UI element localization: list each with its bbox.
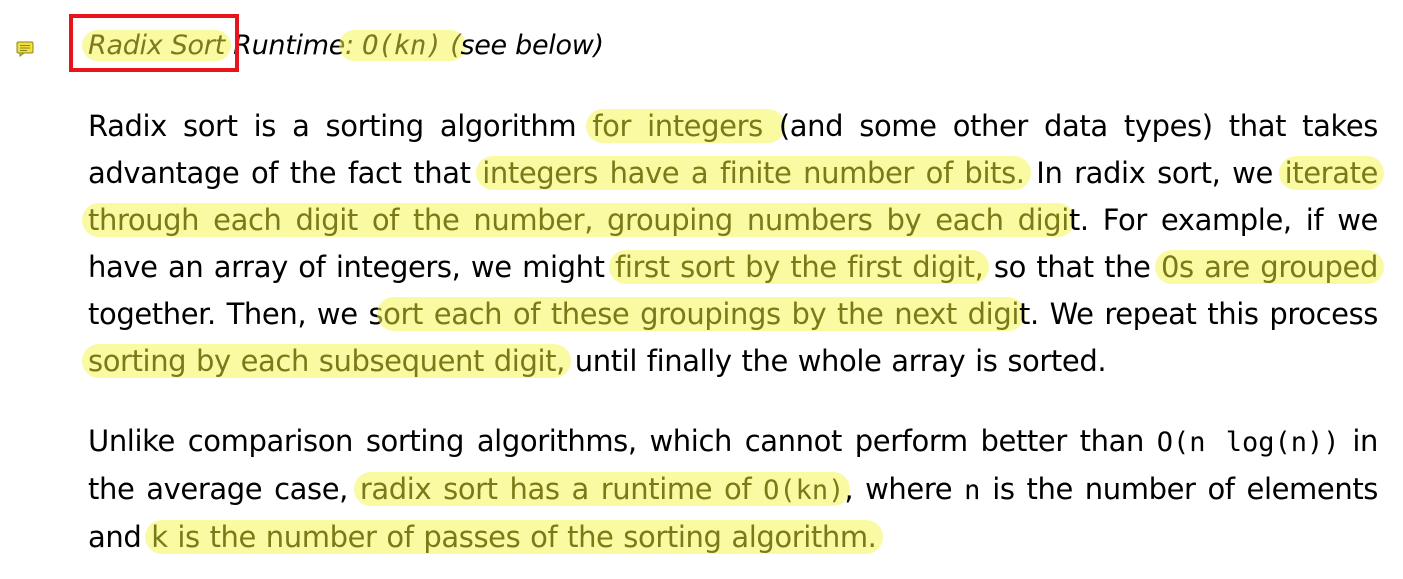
document-page: Radix Sort Runtime: O(kn) (see below) Ra… [0, 0, 1403, 579]
p2-text-1: Unlike comparison sorting algorithms, wh… [88, 424, 1157, 458]
p1-text-3: In radix sort, we [1024, 156, 1285, 190]
p2-mono-n: n [964, 475, 981, 506]
p1-text-5: so that the [983, 250, 1161, 284]
p1-text-6: together. Then, we s [88, 297, 384, 331]
runtime-suffix: see below) [460, 30, 604, 61]
p1-text-1: Radix sort is a sorting algorithm [88, 109, 593, 143]
runtime-label: Runtime [233, 30, 346, 61]
runtime-colon: : [345, 30, 354, 61]
p2-highlight-1: radix sort has a runtime of O(kn) [353, 472, 851, 506]
p2-highlight-1-text: radix sort has a runtime of [359, 472, 764, 506]
runtime-paren: ( [450, 30, 461, 61]
runtime-highlight: : O(kn) ( [339, 30, 467, 61]
p2-mono-runtime: O(kn) [763, 475, 845, 506]
p1-text-8: until finally the whole array is sorted. [564, 344, 1107, 378]
p1-text-6b: t [1018, 297, 1030, 331]
p1-highlight-6: ort each of these groupings by the next … [377, 297, 1025, 331]
runtime-value: O(kn) [362, 30, 442, 61]
p1-highlight-1: for integers [586, 109, 785, 143]
title-selection-box [69, 14, 239, 72]
paragraph-radix-intro: Radix sort is a sorting algorithm for in… [82, 103, 1384, 385]
p1-text-3b: t [1068, 203, 1080, 237]
paragraph-radix-runtime: Unlike comparison sorting algorithms, wh… [88, 418, 1378, 561]
p2-mono-complexity: O(n log(n)) [1156, 427, 1340, 458]
note-icon[interactable] [16, 41, 34, 57]
p1-text-7: . We repeat this process [1029, 297, 1378, 331]
p2-highlight-2: k is the number of passes of the sorting… [145, 520, 883, 554]
note-heading: Radix Sort Runtime: O(kn) (see below) [69, 14, 604, 72]
p1-highlight-2: integers have a finite number of bits. [476, 156, 1031, 190]
p1-highlight-5: 0s are grouped [1154, 250, 1384, 284]
p1-highlight-7: sorting by each subsequent digit, [82, 344, 571, 378]
p1-highlight-4: first sort by the first digit, [609, 250, 990, 284]
p2-text-3: , where [844, 472, 965, 506]
